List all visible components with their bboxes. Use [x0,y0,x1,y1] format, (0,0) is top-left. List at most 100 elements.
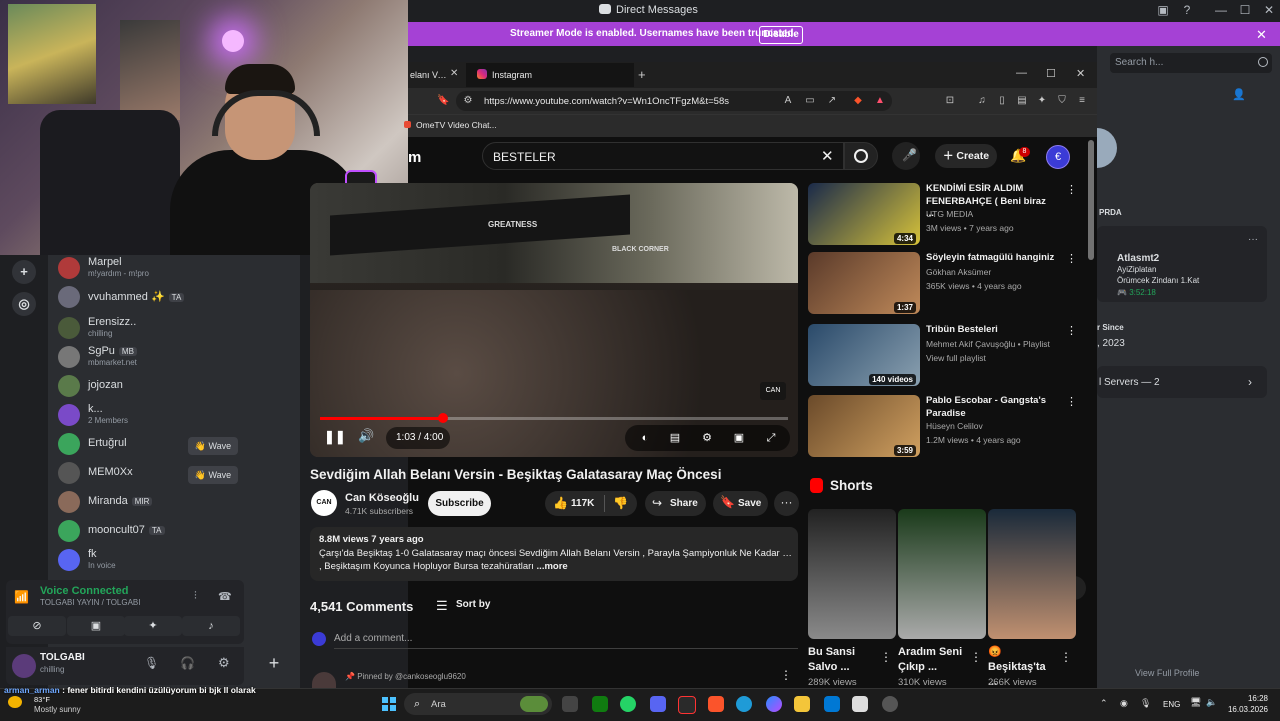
obs-icon[interactable] [678,696,696,714]
user-avatar[interactable] [12,654,36,678]
whatsapp-icon[interactable] [620,696,636,712]
sort-by-button[interactable]: Sort by [456,599,490,610]
settings-gear-icon[interactable]: ⚙ [700,431,714,445]
related-video[interactable]: 140 videos Tribün Besteleri Mehmet Akif Ça… [808,324,1078,388]
screen-share-button[interactable]: ▣ [67,616,125,636]
wallet-icon[interactable]: ▤ [1016,95,1028,107]
sidebar-icon[interactable]: ▯ [996,95,1008,107]
discover-icon[interactable]: ◎ [12,292,36,316]
member-row[interactable]: mooncult07 TA [58,519,248,545]
related-video[interactable]: 3:59 Pablo Escobar - Gangsta's Paradise Hü… [808,395,1078,459]
leo-icon[interactable]: ✦ [1036,95,1048,107]
vpn-icon[interactable]: ⛉ [1056,95,1068,107]
create-button[interactable]: ＋ Create [935,144,997,168]
short-title[interactable]: Aradım Seni Çıkıp ... [898,645,964,675]
tab-close-icon[interactable]: ✕ [450,68,458,79]
member-row[interactable]: SgPu MB mbmarket.net [58,345,248,371]
page-scrollbar[interactable] [1088,140,1094,260]
browser-maximize-icon[interactable]: ☐ [1046,67,1056,80]
tray-chevron-icon[interactable]: ⌃ [1100,698,1108,709]
member-row[interactable]: fk In voice [58,548,248,574]
brave-shields-icon[interactable]: ◆ [852,95,864,107]
short-thumbnail[interactable] [988,509,1076,639]
more-options-icon[interactable]: ⋮ [1066,252,1077,265]
add-friend-icon[interactable]: 👤 [1232,88,1246,101]
url-text[interactable]: https://www.youtube.com/watch?v=Wn1OncTF… [484,96,729,107]
outlook-icon[interactable] [824,696,840,712]
channel-watermark[interactable]: CAN [760,382,786,400]
like-icon[interactable]: 👍 [553,496,568,510]
media-icon[interactable]: ♫ [976,95,988,107]
more-options-icon[interactable]: ⋮ [1066,395,1077,408]
brave-icon[interactable] [708,696,724,712]
translate-icon[interactable]: A [782,95,794,107]
add-button[interactable]: + [258,650,290,676]
search-highlight-icon[interactable] [520,696,548,712]
short-thumbnail[interactable] [808,509,896,639]
share-page-icon[interactable]: ↗ [826,95,838,107]
voice-channel-name[interactable]: TOLGABI YAYIN / TOLGABI [40,598,140,607]
captions-icon[interactable]: ▤ [668,431,682,445]
member-row[interactable]: Miranda MIR [58,490,248,516]
related-channel[interactable]: Mehmet Akif Çavuşoğlu • Playlist [926,339,1050,349]
cast-icon[interactable]: ▭ [804,95,816,107]
related-channel[interactable]: UTG MEDIA [926,209,973,219]
browser-close-icon[interactable]: ✕ [1076,67,1085,80]
disable-streamer-button[interactable]: Disable [759,26,803,44]
file-explorer-icon[interactable] [794,696,810,712]
like-count[interactable]: 117K [571,498,594,509]
menu-icon[interactable]: ≡ [1076,95,1088,107]
settings-gear-icon[interactable]: ⚙ [218,655,230,671]
view-full-profile-link[interactable]: View Full Profile [1135,668,1199,678]
xbox-icon[interactable] [592,696,608,712]
member-row[interactable]: Marpel m!yardım - m!pro [58,256,248,282]
more-options-icon[interactable]: ⋮ [1066,324,1077,337]
related-title[interactable]: Tribün Besteleri [926,324,1056,337]
add-server-icon[interactable]: + [12,260,36,284]
tray-app-icon[interactable]: ◉ [1120,698,1128,709]
inbox-button-icon[interactable]: ▣ [1156,3,1170,17]
brave-rewards-icon[interactable]: ▲ [874,95,886,107]
show-more-link[interactable]: ...more [537,561,568,572]
autoplay-toggle-icon[interactable]: ◐ [636,431,654,445]
related-channel[interactable]: Hüseyn Celilov [926,421,983,431]
member-row[interactable]: jojozan [58,374,248,400]
copilot-icon[interactable] [766,696,782,712]
add-comment-input[interactable]: Add a comment... [334,633,412,644]
more-options-icon[interactable]: ⋮ [1060,650,1072,664]
maximize-icon[interactable]: ☐ [1238,3,1252,17]
weather-sun-icon[interactable] [8,696,22,708]
browser-minimize-icon[interactable]: — [1016,67,1027,79]
voice-status-title[interactable]: Voice Connected [40,585,128,597]
screenshot-icon[interactable]: ⊡ [944,95,956,107]
store-icon[interactable] [852,696,868,712]
dislike-icon[interactable]: 👎 [613,496,628,510]
wave-button[interactable]: 👋 Wave [188,466,238,484]
more-options-icon[interactable]: ⋮ [1066,183,1077,196]
activity-more-icon[interactable]: ··· [1248,234,1258,245]
disconnect-icon[interactable]: ☎ [218,590,232,603]
member-row[interactable]: vvuhammed ✨ TA [58,285,248,311]
network-icon[interactable]: 🖥 [1190,697,1201,708]
clock-date[interactable]: 16.03.2026 [1222,705,1268,714]
new-tab-icon[interactable]: + [638,67,646,82]
soundboard-button[interactable]: ♪ [182,616,240,636]
member-row[interactable]: k... 2 Members [58,403,248,429]
short-thumbnail[interactable] [898,509,986,639]
more-options-icon[interactable]: ⋮ [880,650,892,664]
windows-start-icon[interactable] [382,697,396,711]
input-language[interactable]: ENG [1163,700,1180,709]
wave-button[interactable]: 👋 Wave [188,437,238,455]
settings-app-icon[interactable] [882,696,898,712]
site-info-icon[interactable]: ⚙ [462,95,474,107]
weather-description[interactable]: Mostly sunny [34,705,81,714]
minimize-icon[interactable]: — [1214,3,1228,17]
task-view-icon[interactable] [562,696,578,712]
progress-scrubber[interactable] [437,413,448,423]
help-icon[interactable]: ? [1180,3,1194,17]
bookmark-ometv[interactable]: OmeTV Video Chat... [416,120,497,130]
comment-more-icon[interactable]: ⋮ [780,668,792,682]
taskbar-search-text[interactable]: Ara [431,699,446,710]
related-title[interactable]: Pablo Escobar - Gangsta's Paradise [926,395,1056,420]
volume-icon[interactable]: 🔈 [1206,697,1217,708]
